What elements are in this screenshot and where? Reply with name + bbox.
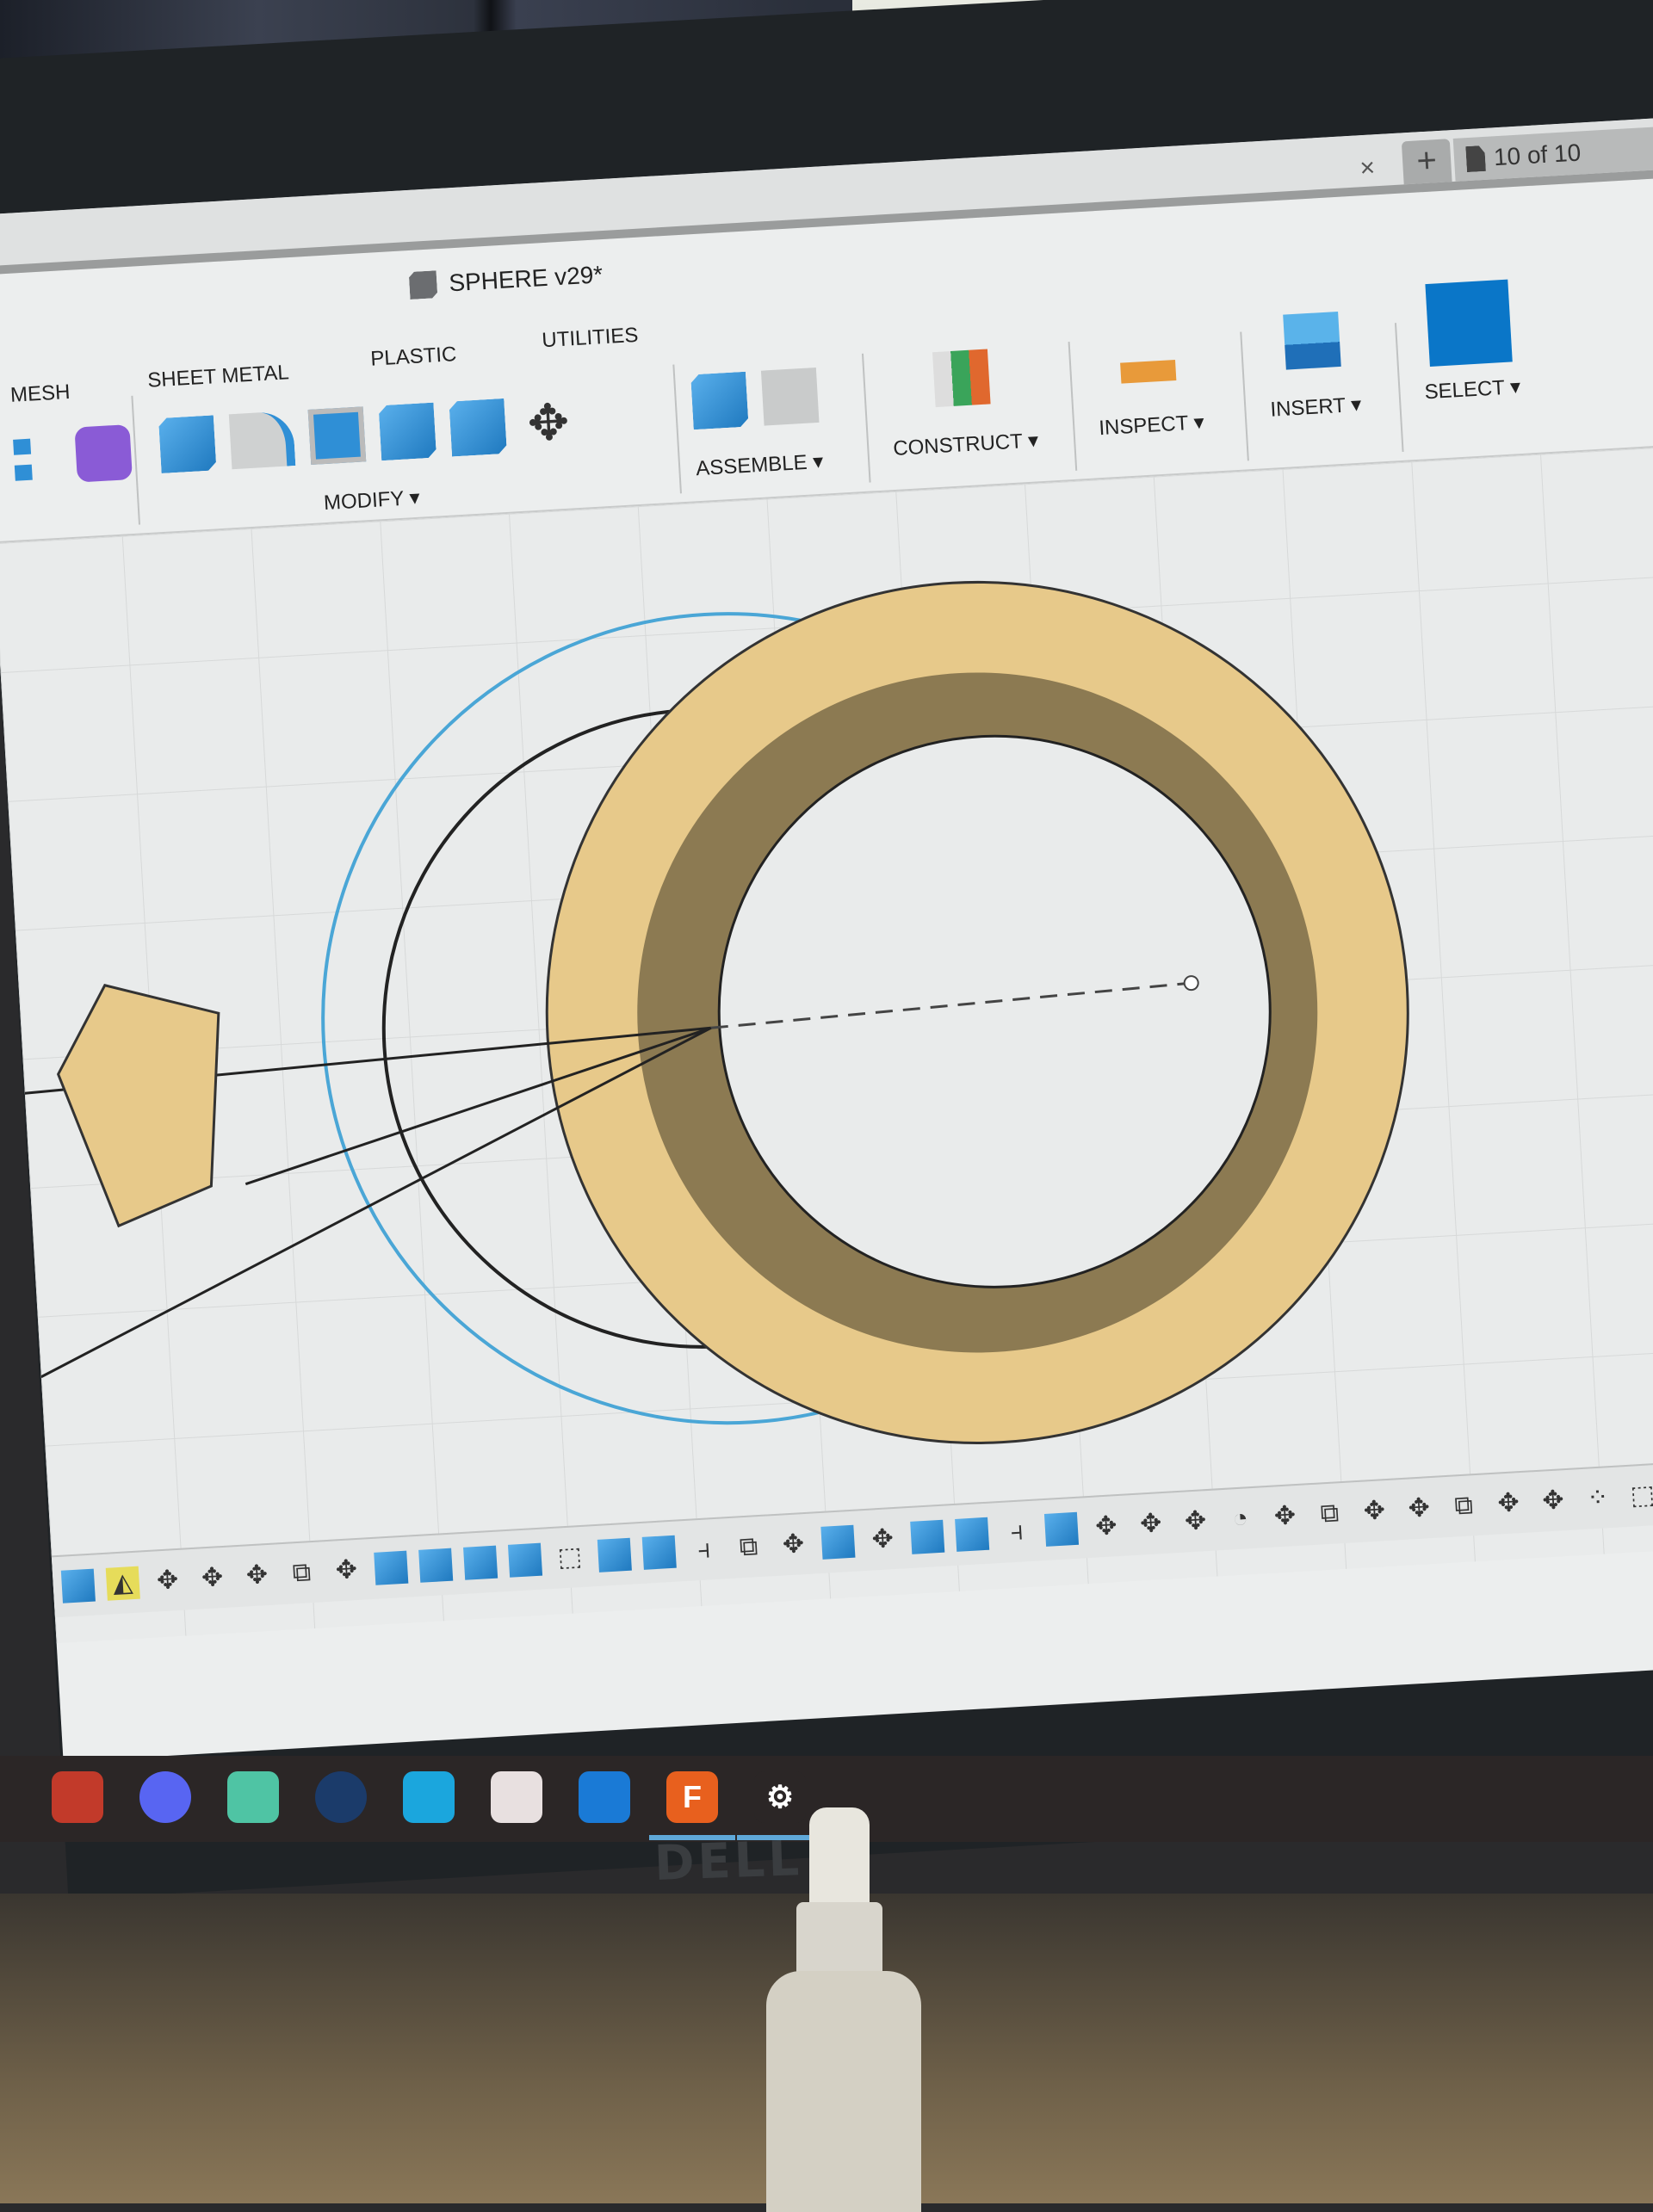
version-count: 10 of 10: [1493, 139, 1582, 171]
version-indicator[interactable]: 10 of 10: [1452, 125, 1653, 182]
bottle-cap: [809, 1807, 870, 1911]
assemble-menu[interactable]: ASSEMBLE ▾: [696, 449, 825, 481]
document-title: SPHERE v29*: [409, 261, 604, 300]
measure-icon[interactable]: [1120, 359, 1177, 384]
combine-icon[interactable]: [379, 403, 437, 461]
timeline-move-icon[interactable]: ✥: [776, 1528, 810, 1562]
model-view: [24, 580, 1409, 1444]
fillet-icon[interactable]: [228, 411, 296, 470]
design-canvas[interactable]: ✣ ▭ ✋ ⊕ ⌕ ▣ ▦ ⊞: [0, 444, 1653, 1644]
timeline-sketch-icon[interactable]: ⬚: [1625, 1479, 1653, 1513]
mesh-convert-icon[interactable]: [4, 429, 63, 487]
separator: [1240, 331, 1249, 461]
new-tab-button[interactable]: +: [1401, 139, 1452, 185]
construct-group: CONSTRUCT ▾: [887, 327, 1040, 481]
bottle-body: [766, 1971, 921, 2212]
timeline-move-icon[interactable]: ✥: [1134, 1507, 1168, 1542]
component-icon: [409, 270, 438, 300]
insert-menu[interactable]: INSERT ▾: [1270, 392, 1362, 423]
tab-utilities[interactable]: UTILITIES: [542, 324, 639, 353]
taskbar-fusion-360-icon[interactable]: F: [666, 1771, 718, 1823]
timeline-move-icon[interactable]: ✥: [151, 1564, 185, 1598]
tab-plastic[interactable]: PLASTIC: [370, 343, 457, 372]
press-pull-icon[interactable]: [158, 415, 217, 473]
timeline-move-icon[interactable]: ✥: [1357, 1494, 1391, 1529]
taskbar-discord-icon[interactable]: [139, 1771, 191, 1823]
timeline-sketch-icon[interactable]: ⬚: [553, 1541, 587, 1575]
new-component-icon[interactable]: [690, 372, 749, 430]
move-icon[interactable]: ✥: [519, 394, 578, 453]
timeline-move-icon[interactable]: ✥: [1402, 1492, 1436, 1526]
mesh-group: [3, 405, 137, 558]
timeline-extrude-icon[interactable]: [60, 1568, 96, 1603]
separator: [672, 364, 682, 494]
bottle-neck: [796, 1902, 882, 1980]
side-piece: [56, 984, 220, 1228]
sketch-point: [1183, 975, 1199, 992]
taskbar-blue-diamond-app-icon[interactable]: [579, 1771, 630, 1823]
taskbar-label: F: [683, 1779, 702, 1814]
construct-menu[interactable]: CONSTRUCT ▾: [893, 428, 1039, 461]
insert-group: INSERT ▾: [1264, 291, 1363, 442]
timeline-combine-icon[interactable]: [463, 1545, 498, 1580]
timeline-move-icon[interactable]: ✥: [1089, 1510, 1124, 1544]
timeline-box-icon[interactable]: [1043, 1511, 1080, 1547]
timeline-move-icon[interactable]: ✥: [239, 1559, 274, 1593]
timeline-extrude-icon[interactable]: [641, 1535, 677, 1570]
document-title-text: SPHERE v29*: [448, 261, 604, 297]
timeline-combine-icon[interactable]: [820, 1524, 856, 1560]
document-edit-icon: [1465, 145, 1486, 172]
timeline-copy-icon[interactable]: ⧉: [1446, 1489, 1481, 1523]
insert-image-icon[interactable]: [1283, 312, 1341, 370]
monitor-screen: × + 10 of 10 SPHERE v29* MESH SHEET META…: [0, 115, 1653, 1763]
timeline-move-icon[interactable]: ✥: [1536, 1484, 1570, 1518]
inspect-menu[interactable]: INSPECT ▾: [1099, 410, 1205, 441]
mesh-create-icon[interactable]: [74, 424, 133, 483]
timeline-move-icon[interactable]: ✥: [1179, 1505, 1213, 1539]
timeline-align-icon[interactable]: ⫞: [1000, 1515, 1034, 1549]
timeline-move-icon[interactable]: ✥: [865, 1523, 900, 1557]
taskbar-streamlabs-icon[interactable]: [227, 1771, 279, 1823]
joint-icon[interactable]: [760, 368, 820, 426]
timeline-move-icon[interactable]: ✥: [1491, 1486, 1526, 1521]
timeline-copy-icon[interactable]: ⧉: [284, 1556, 319, 1591]
separator: [1068, 341, 1078, 471]
timeline-combine-icon[interactable]: [418, 1548, 454, 1583]
timeline-align-icon[interactable]: ⫞: [687, 1533, 721, 1567]
timeline-move-icon[interactable]: ✥: [195, 1561, 230, 1596]
timeline-copy-icon[interactable]: ⧉: [732, 1530, 766, 1565]
separator: [1394, 323, 1404, 452]
taskbar-steam-icon[interactable]: [315, 1771, 367, 1823]
taskbar-firefox-like-app-icon[interactable]: [52, 1771, 103, 1823]
split-body-icon[interactable]: [449, 399, 507, 457]
timeline-pattern-icon[interactable]: ⁘: [1581, 1481, 1615, 1516]
taskbar-c-app-icon[interactable]: [403, 1771, 455, 1823]
timeline-copy-icon[interactable]: ⧉: [1312, 1497, 1347, 1531]
taskbar-anime-avatar-app-icon[interactable]: [491, 1771, 542, 1823]
assemble-group: ASSEMBLE ▾: [690, 348, 826, 501]
shell-icon[interactable]: [307, 406, 367, 465]
select-icon[interactable]: [1425, 279, 1513, 367]
timeline-mirror-icon[interactable]: ◭: [105, 1566, 140, 1601]
separator: [861, 353, 871, 483]
inspect-group: INSPECT ▾: [1093, 308, 1206, 460]
timeline-combine-icon[interactable]: [507, 1542, 543, 1578]
timeline-move-icon[interactable]: ✥: [1267, 1499, 1302, 1534]
offset-plane-icon[interactable]: [932, 349, 992, 408]
timeline-move-icon[interactable]: ✥: [329, 1554, 363, 1588]
select-group: SELECT ▾: [1418, 273, 1522, 424]
timeline-combine-icon[interactable]: [374, 1550, 409, 1585]
timeline-combine-icon[interactable]: [910, 1519, 945, 1554]
spray-bottle: [758, 1807, 930, 2212]
timeline-extrude-icon[interactable]: [597, 1537, 632, 1572]
close-tab-button[interactable]: ×: [1359, 153, 1376, 183]
timeline-cylinder-icon[interactable]: [955, 1517, 990, 1552]
select-menu[interactable]: SELECT ▾: [1424, 374, 1521, 405]
timeline-fillet-icon[interactable]: ◔: [1223, 1502, 1258, 1536]
